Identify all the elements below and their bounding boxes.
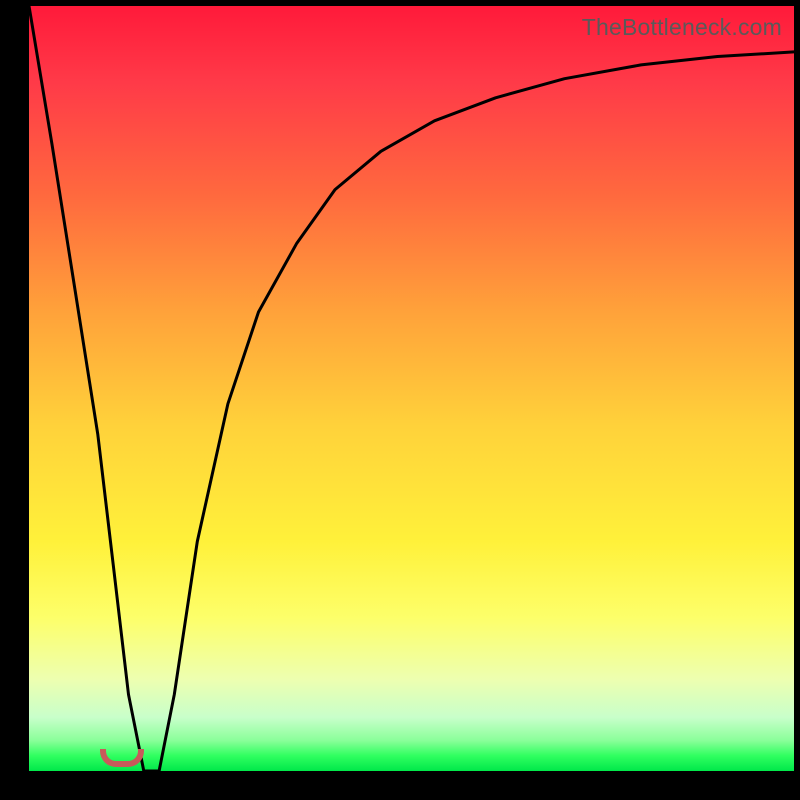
chart-container: TheBottleneck.com: [0, 0, 800, 800]
bottleneck-curve: [29, 6, 794, 771]
plot-area: TheBottleneck.com: [29, 6, 794, 771]
